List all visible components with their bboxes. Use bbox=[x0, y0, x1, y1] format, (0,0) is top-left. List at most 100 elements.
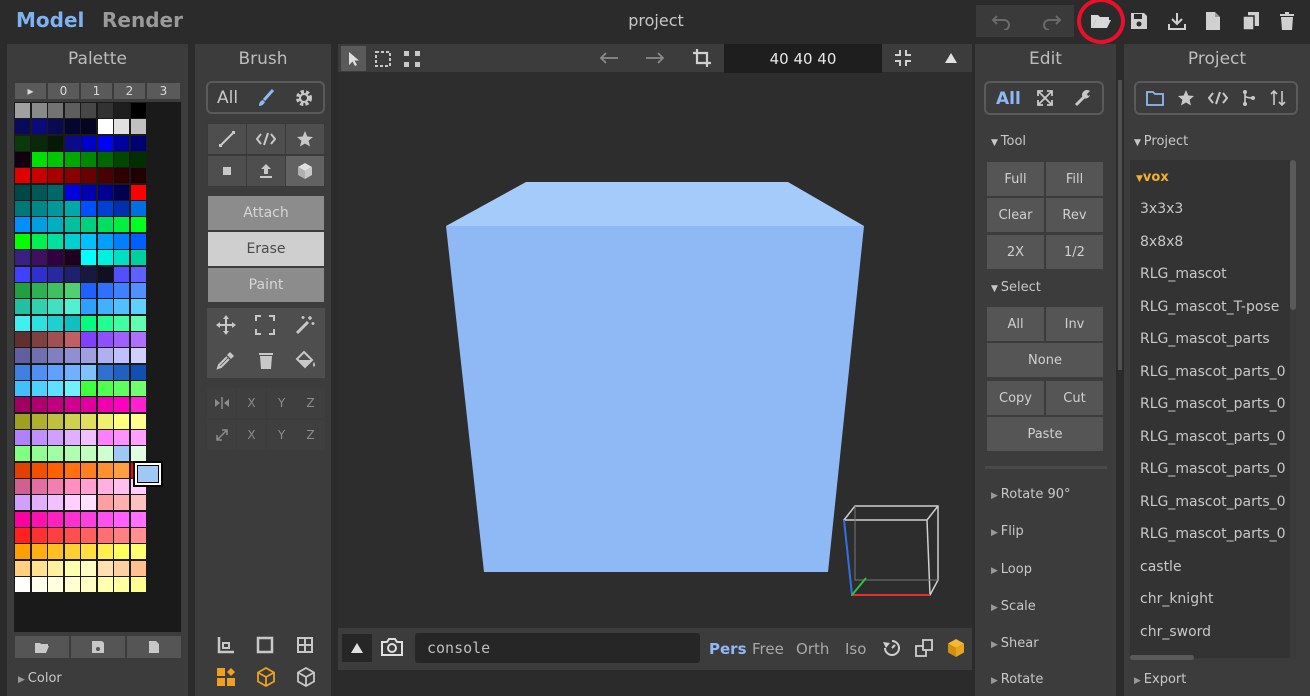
palette-swatch[interactable] bbox=[114, 446, 129, 462]
palette-swatch[interactable] bbox=[130, 315, 146, 331]
palette-swatch[interactable] bbox=[15, 250, 30, 266]
palette-swatch[interactable] bbox=[48, 577, 63, 593]
palette-swatch[interactable] bbox=[97, 495, 113, 511]
palette-swatch[interactable] bbox=[64, 201, 80, 217]
palette-swatch[interactable] bbox=[114, 250, 129, 266]
palette-swatch[interactable] bbox=[114, 282, 129, 298]
palette-swatch[interactable] bbox=[48, 479, 63, 495]
pointer-select-icon[interactable] bbox=[341, 46, 366, 71]
project-item[interactable]: RLG_mascot_T-pose bbox=[1140, 299, 1290, 315]
palette-swatch[interactable] bbox=[64, 380, 80, 396]
palette-swatch[interactable] bbox=[48, 282, 63, 298]
palette-swatch[interactable] bbox=[31, 184, 47, 200]
corner-select-icon[interactable] bbox=[399, 46, 424, 71]
palette-swatch[interactable] bbox=[48, 446, 63, 462]
tool-section-header[interactable]: ▼ Tool bbox=[991, 134, 1026, 149]
mirror-z-button[interactable]: Z bbox=[296, 388, 325, 418]
palette-swatch[interactable] bbox=[64, 266, 80, 282]
palette-swatch[interactable] bbox=[81, 315, 96, 331]
palette-swatch[interactable] bbox=[81, 119, 96, 135]
palette-swatch[interactable] bbox=[130, 250, 146, 266]
palette-swatch[interactable] bbox=[97, 331, 113, 347]
triangle-up-icon[interactable] bbox=[936, 44, 966, 72]
palette-swatch[interactable] bbox=[97, 168, 113, 184]
palette-swatch[interactable] bbox=[97, 233, 113, 249]
scale-section[interactable]: ▶ Scale bbox=[991, 599, 1036, 614]
palette-swatch[interactable] bbox=[114, 152, 129, 168]
view-orth-button[interactable]: Orth bbox=[796, 640, 829, 658]
palette-swatch[interactable] bbox=[130, 331, 146, 347]
palette-swatch[interactable] bbox=[97, 364, 113, 380]
project-vscroll-thumb[interactable] bbox=[1290, 160, 1296, 310]
palette-swatch[interactable] bbox=[64, 348, 80, 364]
brush-mode-erase[interactable]: Erase bbox=[208, 232, 324, 266]
palette-swatch[interactable] bbox=[64, 577, 80, 593]
palette-swatch[interactable] bbox=[81, 577, 96, 593]
project-item[interactable]: RLG_mascot_parts bbox=[1140, 331, 1290, 347]
palette-swatch[interactable] bbox=[64, 397, 80, 413]
code-brush-icon[interactable] bbox=[247, 124, 285, 154]
palette-tab-3[interactable]: 3 bbox=[147, 83, 180, 99]
cube-tool-icon[interactable] bbox=[286, 156, 324, 186]
scale-arrow-icon[interactable] bbox=[207, 420, 236, 450]
palette-swatch[interactable] bbox=[31, 462, 47, 478]
palette-swatch[interactable] bbox=[15, 397, 30, 413]
palette-swatch[interactable] bbox=[81, 462, 96, 478]
tool-half-button[interactable]: 1/2 bbox=[1046, 235, 1103, 269]
sort-icon[interactable] bbox=[1270, 89, 1286, 107]
palette-swatch[interactable] bbox=[114, 119, 129, 135]
palette-swatch[interactable] bbox=[31, 528, 47, 544]
palette-swatch[interactable] bbox=[114, 544, 129, 560]
palette-swatch[interactable] bbox=[97, 462, 113, 478]
palette-swatch[interactable] bbox=[81, 380, 96, 396]
palette-swatch[interactable] bbox=[97, 446, 113, 462]
project-item[interactable]: chr_knight bbox=[1140, 591, 1290, 607]
palette-swatch[interactable] bbox=[130, 528, 146, 544]
palette-swatch[interactable] bbox=[64, 217, 80, 233]
console-toggle-icon[interactable] bbox=[342, 634, 372, 662]
palette-swatch[interactable] bbox=[97, 577, 113, 593]
palette-swatch[interactable] bbox=[31, 119, 47, 135]
select-box-icon[interactable] bbox=[255, 315, 275, 335]
palette-swatch[interactable] bbox=[81, 201, 96, 217]
palette-swatch[interactable] bbox=[114, 348, 129, 364]
tool-fill-button[interactable]: Fill bbox=[1046, 162, 1103, 196]
palette-swatch[interactable] bbox=[31, 152, 47, 168]
palette-swatch[interactable] bbox=[114, 577, 129, 593]
palette-swatch[interactable] bbox=[130, 560, 146, 576]
palette-swatch[interactable] bbox=[81, 479, 96, 495]
axis-gizmo-icon[interactable] bbox=[843, 505, 939, 596]
palette-swatch[interactable] bbox=[15, 299, 30, 315]
palette-swatch[interactable] bbox=[15, 135, 30, 151]
save-icon[interactable] bbox=[1122, 6, 1156, 36]
palette-swatch[interactable] bbox=[114, 479, 129, 495]
project-item[interactable]: 3x3x3 bbox=[1140, 201, 1290, 217]
palette-swatch[interactable] bbox=[81, 544, 96, 560]
trash-icon[interactable] bbox=[1270, 6, 1304, 36]
palette-swatch[interactable] bbox=[15, 446, 30, 462]
palette-swatch[interactable] bbox=[97, 135, 113, 151]
palette-swatch[interactable] bbox=[97, 184, 113, 200]
palette-swatch[interactable] bbox=[15, 430, 30, 445]
palette-swatch[interactable] bbox=[64, 544, 80, 560]
palette-swatch[interactable] bbox=[97, 250, 113, 266]
palette-swatch[interactable] bbox=[15, 413, 30, 429]
layout-cube-solid-icon[interactable] bbox=[296, 667, 316, 687]
brush-mode-attach[interactable]: Attach bbox=[208, 196, 324, 230]
palette-swatch[interactable] bbox=[114, 462, 129, 478]
project-folder-vox[interactable]: ▼vox bbox=[1136, 170, 1169, 185]
palette-swatch[interactable] bbox=[48, 430, 63, 445]
palette-swatch[interactable] bbox=[130, 511, 146, 527]
palette-swatch[interactable] bbox=[31, 544, 47, 560]
mode-render-tab[interactable]: Render bbox=[102, 8, 183, 32]
palette-swatch[interactable] bbox=[114, 397, 129, 413]
shear-section[interactable]: ▶ Shear bbox=[991, 636, 1039, 651]
palette-swatch[interactable] bbox=[15, 266, 30, 282]
layout-corner-icon[interactable] bbox=[217, 636, 235, 654]
palette-swatch[interactable] bbox=[114, 560, 129, 576]
palette-swatch[interactable] bbox=[15, 152, 30, 168]
project-item[interactable]: RLG_mascot_parts_0 bbox=[1140, 364, 1290, 380]
palette-swatch[interactable] bbox=[31, 217, 47, 233]
palette-swatch[interactable] bbox=[31, 233, 47, 249]
palette-swatch[interactable] bbox=[114, 528, 129, 544]
